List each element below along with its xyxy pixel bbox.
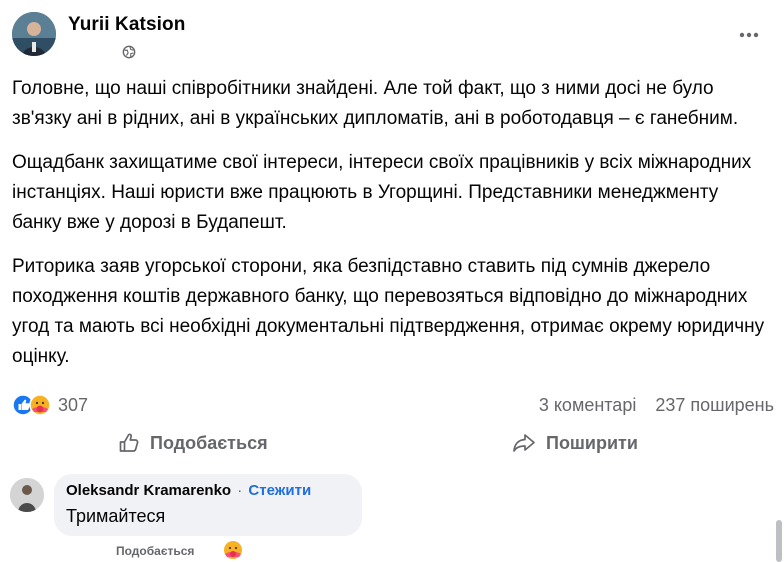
share-arrow-icon — [513, 434, 535, 452]
commenter-name[interactable]: Oleksandr Kramarenko — [66, 482, 231, 499]
comments-count[interactable]: 3 коментарі — [539, 395, 637, 415]
like-button-label: Подобається — [150, 432, 268, 453]
commenter-avatar[interactable] — [10, 478, 44, 512]
reactions-summary: 307 3 коментарі 237 поширень — [12, 392, 774, 420]
facebook-post: Yurii Katsion Головне, що наші співробіт… — [0, 0, 784, 562]
scrollbar[interactable] — [776, 520, 782, 562]
author-avatar[interactable] — [12, 12, 56, 56]
care-reaction-icon[interactable] — [222, 539, 244, 561]
post-header: Yurii Katsion — [12, 12, 772, 62]
share-button-label: Поширити — [546, 432, 638, 453]
comment-text: Тримайтеся — [66, 506, 166, 526]
care-reaction-icon — [29, 394, 51, 416]
post-actions: Подобається Поширити — [0, 424, 784, 462]
comment-bubble: Oleksandr Kramarenko · Стежити Тримайтес… — [54, 474, 362, 536]
post-body: Головне, що наші співробітники знайдені.… — [12, 74, 772, 386]
comment-like-link[interactable]: Подобається — [116, 544, 194, 558]
post-paragraph: Ощадбанк захищатиме свої інтереси, інтер… — [12, 152, 752, 233]
more-horizontal-icon[interactable] — [738, 24, 760, 46]
shares-count[interactable]: 237 поширень — [655, 395, 774, 415]
share-button[interactable]: Поширити — [512, 424, 638, 462]
post-stats: 3 коментарі 237 поширень — [539, 395, 774, 416]
comment-header: Oleksandr Kramarenko · Стежити — [66, 482, 311, 499]
reaction-icons[interactable] — [12, 394, 54, 416]
reaction-count[interactable]: 307 — [58, 395, 88, 416]
post-paragraph: Головне, що наші співробітники знайдені.… — [12, 78, 739, 129]
thumbs-up-icon — [119, 433, 139, 452]
follow-link[interactable]: Стежити — [248, 482, 311, 499]
separator-dot: · — [237, 482, 243, 499]
author-name[interactable]: Yurii Katsion — [68, 14, 185, 36]
post-paragraph: Риторика заяв угорської сторони, яка без… — [12, 256, 765, 367]
like-button[interactable]: Подобається — [118, 424, 268, 462]
globe-icon[interactable] — [122, 45, 136, 59]
